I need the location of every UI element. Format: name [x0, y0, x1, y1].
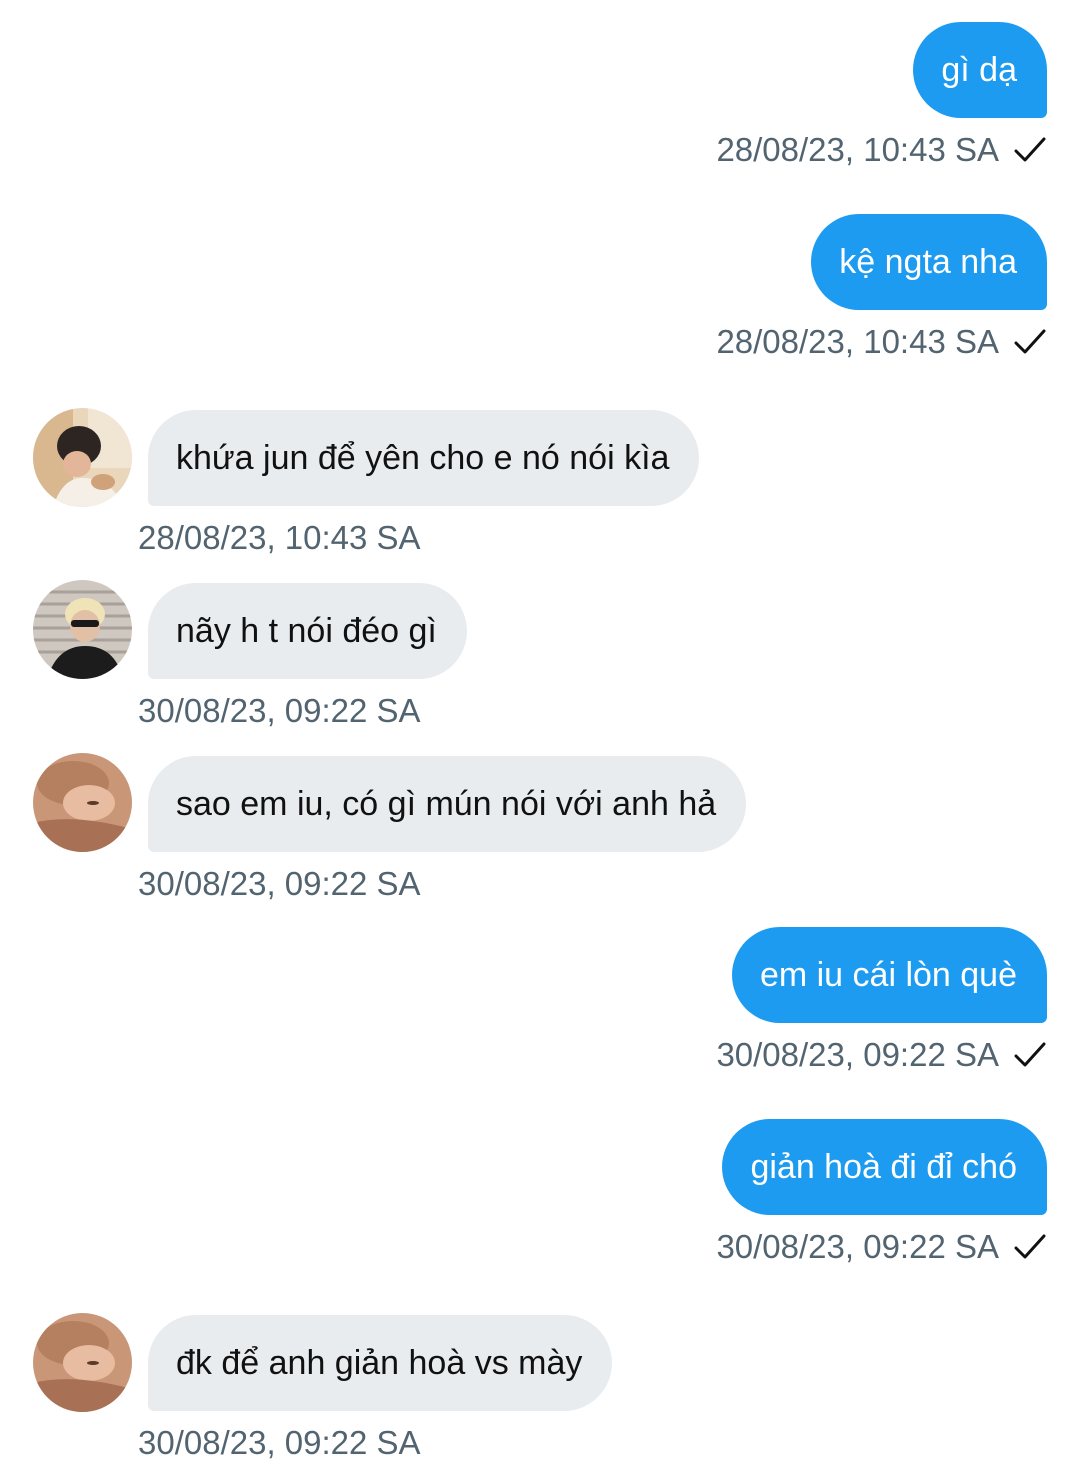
timestamp-text: 28/08/23, 10:43 SA	[138, 519, 421, 556]
message-text: giản hoà đi đỉ chó	[750, 1148, 1017, 1186]
user-avatar-lying-down[interactable]	[33, 1313, 132, 1412]
incoming-message-bubble[interactable]: nãy h t nói đéo gì	[148, 583, 467, 679]
message-text: gì dạ	[941, 51, 1017, 89]
timestamp-text: 28/08/23, 10:43 SA	[716, 323, 999, 360]
outgoing-message-bubble[interactable]: giản hoà đi đỉ chó	[722, 1119, 1047, 1215]
outgoing-message-bubble[interactable]: kệ ngta nha	[811, 214, 1047, 310]
user-avatar-lying-down[interactable]	[33, 753, 132, 852]
timestamp-text: 30/08/23, 09:22 SA	[138, 1424, 421, 1461]
timestamp-text: 30/08/23, 09:22 SA	[716, 1036, 999, 1073]
message-text: khứa jun để yên cho e nó nói kìa	[176, 439, 670, 477]
outgoing-message-bubble[interactable]: em iu cái lòn què	[731, 927, 1047, 1023]
message-text: em iu cái lòn què	[759, 956, 1017, 994]
timestamp-text: 30/08/23, 09:22 SA	[138, 865, 421, 902]
message-timestamp: 30/08/23, 09:22 SA	[138, 691, 421, 731]
message-timestamp: 30/08/23, 09:22 SA	[716, 1035, 1047, 1075]
user-avatar-dark-hair[interactable]	[33, 408, 132, 507]
message-timestamp: 30/08/23, 09:22 SA	[716, 1227, 1047, 1267]
check-icon	[1014, 137, 1046, 162]
outgoing-message-bubble[interactable]: gì dạ	[913, 22, 1047, 118]
message-timestamp: 30/08/23, 09:22 SA	[138, 864, 421, 904]
message-timestamp: 28/08/23, 10:43 SA	[716, 130, 1047, 170]
check-icon	[1014, 1042, 1046, 1067]
message-timestamp: 28/08/23, 10:43 SA	[716, 322, 1047, 362]
user-avatar-blonde-sunglasses[interactable]	[33, 580, 132, 679]
incoming-message-bubble[interactable]: sao em iu, có gì mún nói với anh hả	[148, 756, 747, 852]
timestamp-text: 30/08/23, 09:22 SA	[138, 692, 421, 729]
message-text: đk để anh giản hoà vs mày	[176, 1344, 583, 1382]
timestamp-text: 30/08/23, 09:22 SA	[716, 1228, 999, 1265]
timestamp-text: 28/08/23, 10:43 SA	[716, 131, 999, 168]
message-text: sao em iu, có gì mún nói với anh hả	[176, 785, 717, 823]
check-icon	[1014, 1234, 1046, 1259]
incoming-message-bubble[interactable]: đk để anh giản hoà vs mày	[148, 1315, 613, 1411]
message-timestamp: 30/08/23, 09:22 SA	[138, 1423, 421, 1463]
check-icon	[1014, 329, 1046, 354]
incoming-message-bubble[interactable]: khứa jun để yên cho e nó nói kìa	[148, 410, 700, 506]
message-timestamp: 28/08/23, 10:43 SA	[138, 518, 421, 558]
message-text: kệ ngta nha	[839, 243, 1017, 281]
message-text: nãy h t nói đéo gì	[176, 612, 437, 650]
